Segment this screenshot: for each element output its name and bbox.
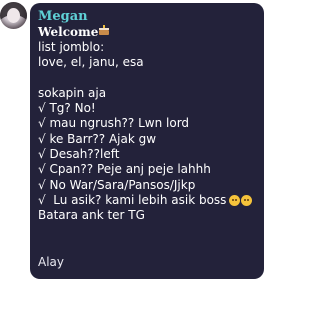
welcome-line: Welcome (38, 25, 264, 40)
message-line-blank (38, 71, 264, 86)
sender-name[interactable]: Megan (38, 9, 264, 24)
message-line: Batara ank ter TG (38, 208, 145, 223)
message-line: sokapin aja (38, 85, 107, 100)
message-line: √ Desah??left (38, 147, 120, 162)
face-icon (241, 194, 253, 206)
message-line: list jomblo: (38, 40, 105, 54)
message-line: √ Cpan?? Peje anj peje lahhh (38, 162, 211, 177)
message-line: √ ke Barr?? Ajak gw (38, 131, 157, 146)
emoji-group (229, 194, 253, 206)
welcome-text: Welcome (38, 25, 99, 39)
avatar-face (7, 8, 20, 23)
message-bubble[interactable]: Megan Welcome list jomblo: love, el, jan… (30, 3, 264, 279)
message-line: √ mau ngrush?? Lwn lord (38, 116, 190, 131)
sender-avatar[interactable] (0, 2, 27, 29)
cake-icon (99, 25, 110, 35)
message-line-text: √ Lu asik? kami lebih asik boss (38, 192, 227, 207)
grimacing-face-icon (229, 194, 241, 206)
message-line: love, el, janu, esa (38, 55, 144, 70)
message-line: √ Tg? No! (38, 101, 96, 116)
message-line-with-emoji: √ Lu asik? kami lebih asik boss (38, 193, 264, 208)
message-line: √ No War/Sara/Pansos/Jjkp (38, 177, 196, 192)
message-footer: Alay (38, 255, 64, 269)
